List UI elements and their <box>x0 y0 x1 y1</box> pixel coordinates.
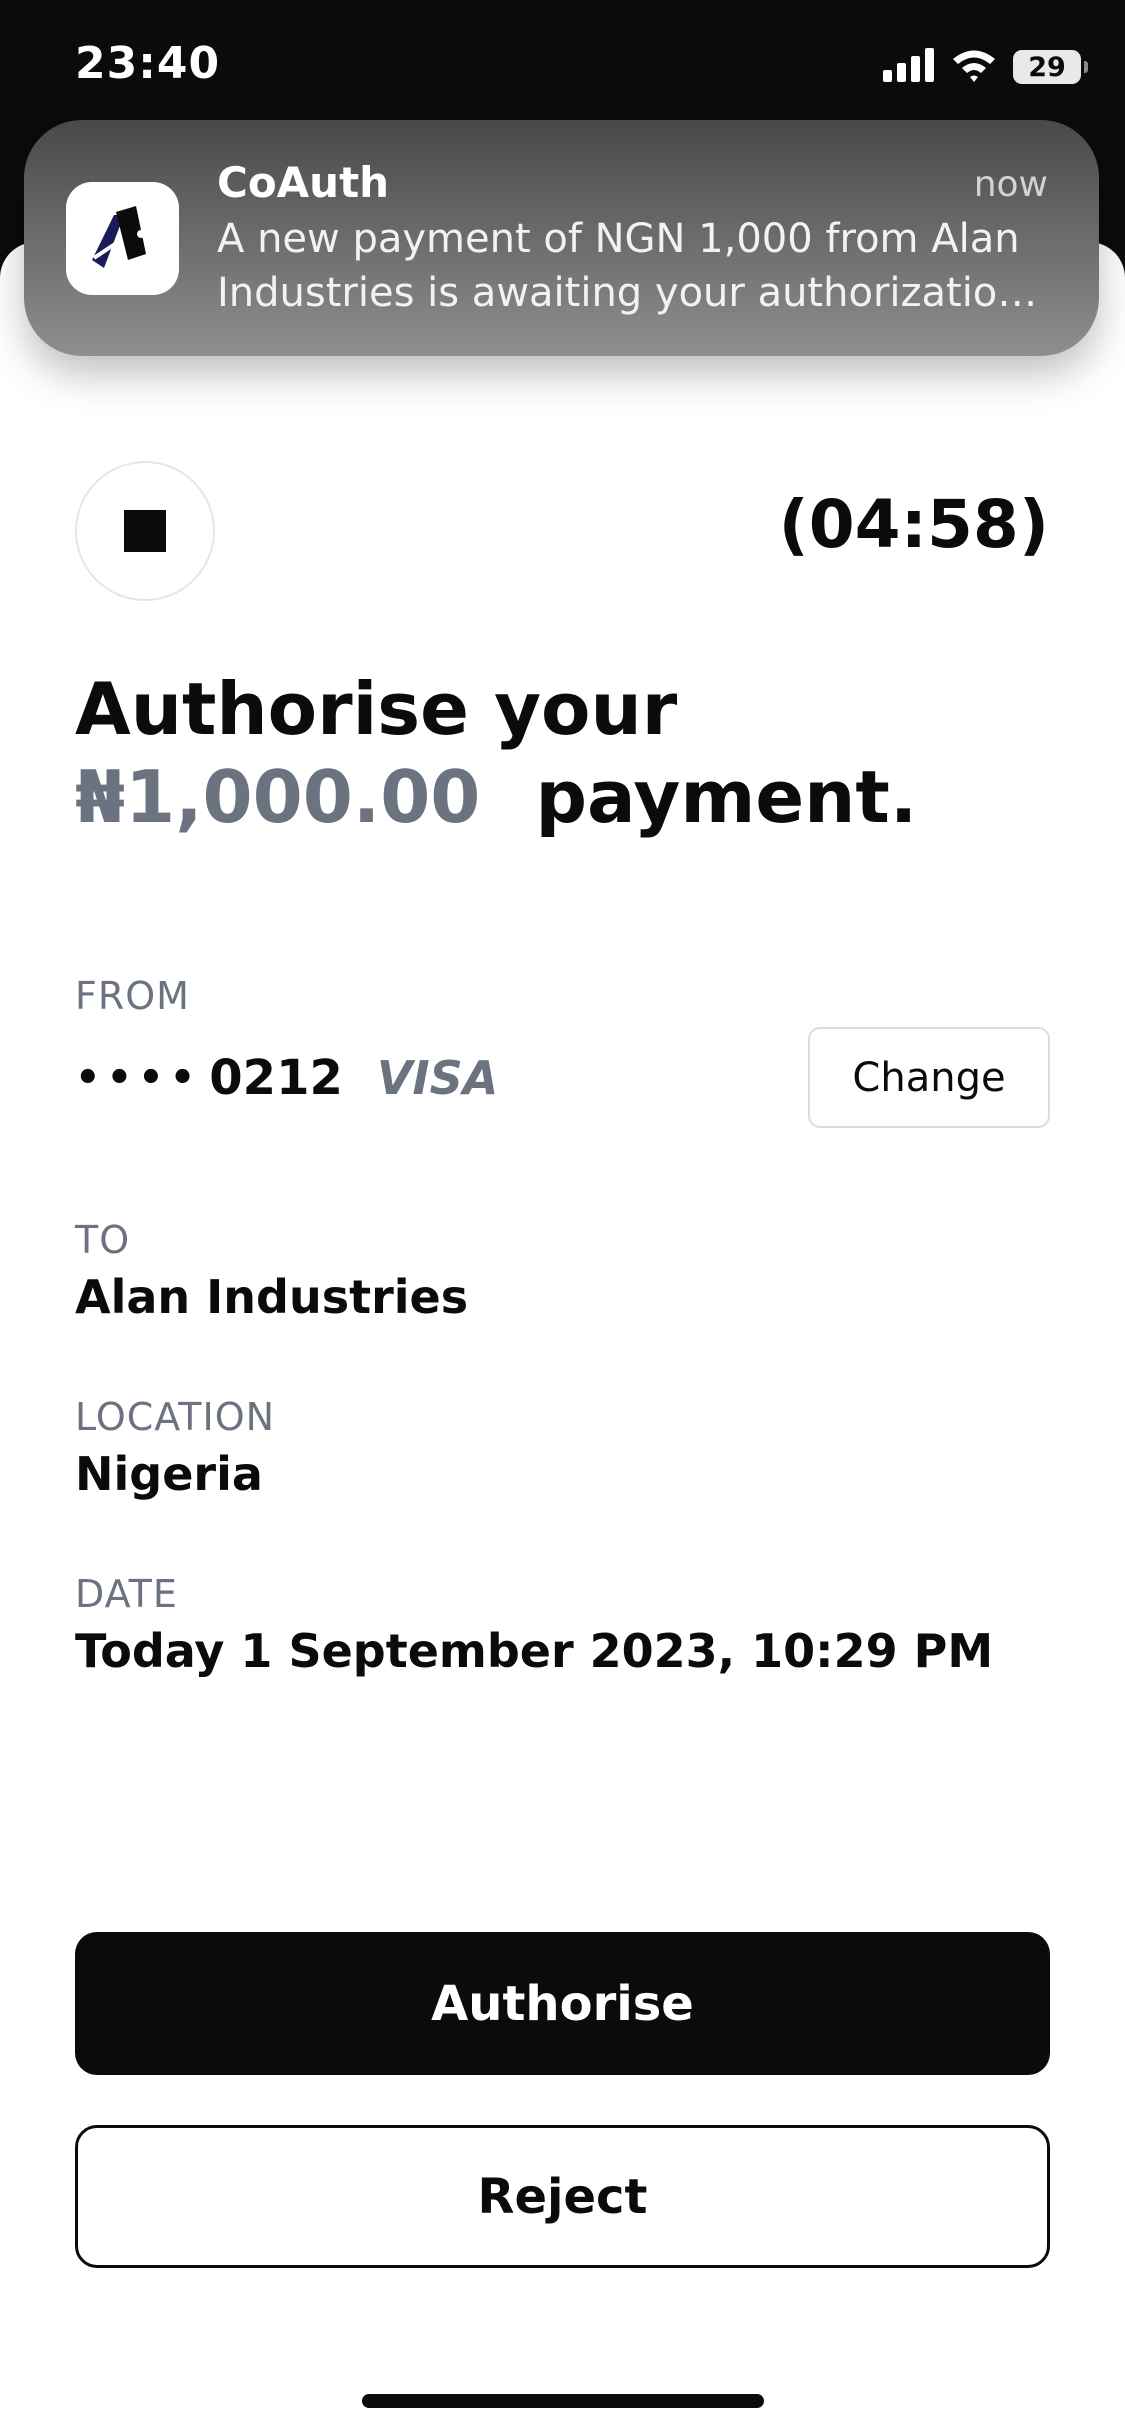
date-label: DATE <box>75 1572 178 1616</box>
reject-button[interactable]: Reject <box>75 2125 1050 2268</box>
battery-cap <box>1084 61 1088 73</box>
card-brand-visa: VISA <box>376 1051 499 1105</box>
signal-icon <box>883 48 935 86</box>
notification-time: now <box>973 164 1048 205</box>
coauth-app-icon <box>66 182 179 295</box>
headline-line-1: Authorise your <box>75 667 678 751</box>
date-value: Today 1 September 2023, 10:29 PM <box>75 1624 994 1678</box>
to-label: TO <box>75 1218 131 1262</box>
to-value: Alan Industries <box>75 1270 469 1324</box>
location-label: LOCATION <box>75 1395 276 1439</box>
authorise-button[interactable]: Authorise <box>75 1932 1050 2075</box>
card-mask: •••• <box>75 1055 202 1101</box>
battery-icon: 29 <box>1013 50 1088 84</box>
card-last4: 0212 <box>209 1050 343 1106</box>
notification-body: A new payment of NGN 1,000 from Alan Ind… <box>217 212 1067 320</box>
status-bar: 23:40 29 <box>0 0 1125 135</box>
payment-headline: Authorise your ₦1,000.00 payment. <box>75 665 917 841</box>
countdown-timer: (04:58) <box>778 486 1049 563</box>
notification-app-name: CoAuth <box>217 158 390 207</box>
from-label: FROM <box>75 974 190 1018</box>
change-card-button[interactable]: Change <box>808 1027 1050 1128</box>
card-row: •••• 0212 VISA <box>75 1050 498 1106</box>
battery-level: 29 <box>1028 51 1066 83</box>
notification-line-1: A new payment of NGN 1,000 from Alan <box>217 216 1020 262</box>
headline-suffix: payment. <box>535 755 918 839</box>
home-indicator[interactable] <box>362 2394 764 2408</box>
stop-button[interactable] <box>75 461 215 601</box>
wifi-icon <box>951 48 997 86</box>
status-icons: 29 <box>883 48 1088 86</box>
location-value: Nigeria <box>75 1447 263 1501</box>
payment-amount: ₦1,000.00 <box>75 755 481 839</box>
status-time: 23:40 <box>75 38 221 89</box>
headline-line-2: ₦1,000.00 payment. <box>75 753 917 841</box>
push-notification[interactable]: CoAuth now A new payment of NGN 1,000 fr… <box>24 120 1099 356</box>
notification-line-2: Industries is awaiting your authorizatio… <box>217 270 1038 316</box>
stop-icon <box>124 510 166 552</box>
